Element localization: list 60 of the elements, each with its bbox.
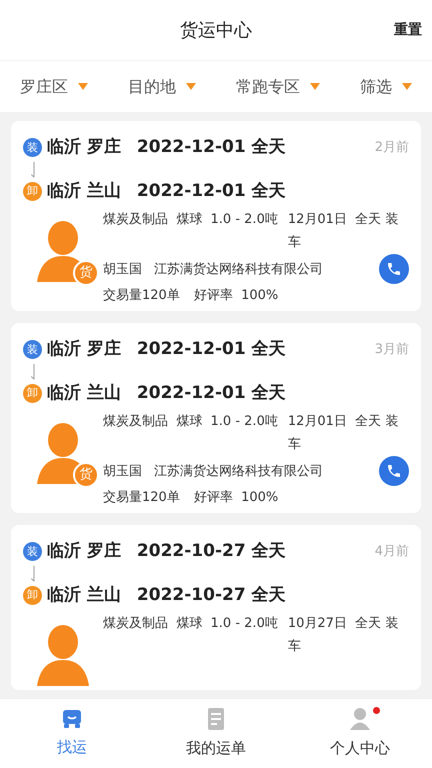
load-place: 临沂 罗庄 <box>47 136 121 159</box>
rating: 好评率 100% <box>194 287 278 305</box>
goods-info: 煤炭及制品 煤球 1.0 - 2.0吨 <box>103 413 278 431</box>
unload-place: 临沂 兰山 <box>47 584 121 606</box>
load-time: 2022-10-27 全天 <box>136 540 286 563</box>
unload-time: 2022-12-01 全天 <box>136 180 286 202</box>
stop-badge: 卸 <box>23 586 42 605</box>
phone-button[interactable] <box>379 456 409 486</box>
post-age: 3月前 <box>374 341 409 359</box>
filter-dropdown[interactable]: 常跑专区 <box>236 74 320 98</box>
dropdown-caret-icon <box>78 83 88 90</box>
stop-badge: 卸 <box>23 182 42 201</box>
dropdown-caret-icon <box>310 83 320 90</box>
document-icon <box>205 707 227 732</box>
filter-dropdown[interactable]: 筛选 <box>360 74 412 98</box>
load-time: 2022-12-01 全天 <box>136 136 286 159</box>
shipper-badge: 货 <box>73 260 99 286</box>
goods-info: 煤炭及制品 煤球 1.0 - 2.0吨 <box>103 615 278 633</box>
stop-badge: 卸 <box>23 384 42 403</box>
load-schedule: 12月01日 全天 装车 <box>288 413 400 454</box>
unload-place: 临沂 兰山 <box>47 180 121 202</box>
goods-info: 煤炭及制品 煤球 1.0 - 2.0吨 <box>103 211 278 229</box>
company-name: 江苏满货达网络科技有限公司 <box>154 260 323 278</box>
stop-badge: 装 <box>23 340 42 360</box>
stop-badge: 装 <box>23 138 42 158</box>
freight-card[interactable]: 装 临沂 罗庄 2022-10-27 全天 4月前 卸 临沂 兰山 2022-10-27 全天 煤炭及制品 煤球 1.0 - 2.0吨 10月27日 全天 装车 <box>11 525 421 690</box>
load-schedule: 10月27日 全天 装车 <box>288 615 400 656</box>
nav-tab[interactable]: 找运 <box>0 699 144 768</box>
freight-card[interactable]: 装 临沂 罗庄 2022-12-01 全天 2月前 卸 临沂 兰山 2022-12-01 全天 货 煤炭及制品 煤球 1.0 - 2.0吨 12月01日 全天 装车 胡玉国 江苏满货达网络科技有限公司 交易量120单 好评率 100% <box>11 121 421 311</box>
dropdown-caret-icon <box>402 83 412 90</box>
shipper-name: 胡玉国 <box>103 260 142 278</box>
dropdown-caret-icon <box>186 83 196 90</box>
load-place: 临沂 罗庄 <box>47 338 121 361</box>
unload-time: 2022-12-01 全天 <box>136 382 286 404</box>
phone-button[interactable] <box>379 254 409 284</box>
load-place: 临沂 罗庄 <box>47 540 121 563</box>
load-time: 2022-12-01 全天 <box>136 338 286 361</box>
order-count: 交易量120单 <box>103 489 180 507</box>
truck-icon <box>60 708 84 730</box>
nav-tab[interactable]: 个人中心 <box>288 699 432 768</box>
company-name: 江苏满货达网络科技有限公司 <box>154 462 323 480</box>
rating: 好评率 100% <box>194 489 278 507</box>
unload-place: 临沂 兰山 <box>47 382 121 404</box>
nav-tab[interactable]: 我的运单 <box>144 699 288 768</box>
order-count: 交易量120单 <box>103 287 180 305</box>
post-age: 4月前 <box>374 543 409 561</box>
load-schedule: 12月01日 全天 装车 <box>288 211 400 252</box>
unload-time: 2022-10-27 全天 <box>136 584 286 606</box>
reset-button[interactable]: 重置 <box>394 20 422 40</box>
shipper-badge: 货 <box>73 462 99 488</box>
stop-badge: 装 <box>23 542 42 562</box>
filter-dropdown[interactable]: 罗庄区 <box>20 74 88 98</box>
phone-icon <box>386 261 402 277</box>
shipper-name: 胡玉国 <box>103 462 142 480</box>
post-age: 2月前 <box>374 139 409 157</box>
phone-icon <box>386 463 402 479</box>
person-icon <box>349 707 371 732</box>
freight-card[interactable]: 装 临沂 罗庄 2022-12-01 全天 3月前 卸 临沂 兰山 2022-12-01 全天 货 煤炭及制品 煤球 1.0 - 2.0吨 12月01日 全天 装车 胡玉国 江苏满货达网络科技有限公司 交易量120单 好评率 100% <box>11 323 421 513</box>
page-title: 货运中心 <box>180 18 252 42</box>
filter-dropdown[interactable]: 目的地 <box>128 74 196 98</box>
